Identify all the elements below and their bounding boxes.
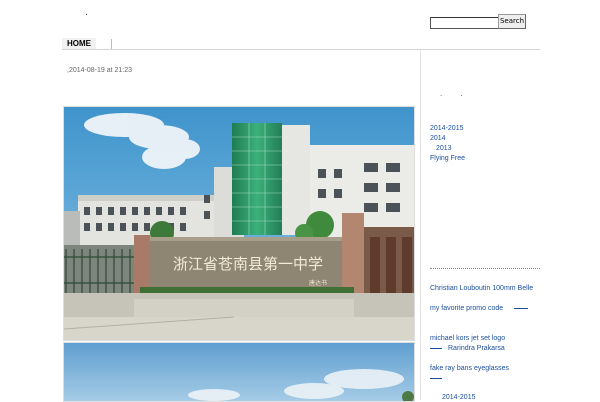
school-gate-image: 浙江省苍南县第一中学 唐达书 <box>64 107 414 340</box>
nav-item-home[interactable]: HOME <box>62 38 96 49</box>
archive-link-2014[interactable]: 2014 <box>430 134 446 143</box>
sidebar-link-dash <box>430 348 442 349</box>
search-button[interactable]: Search <box>498 14 526 29</box>
sidebar-heading-marks: · · <box>440 92 471 100</box>
sidebar-link-dash <box>514 308 528 309</box>
post-photo-second[interactable] <box>63 342 415 402</box>
nav-underline <box>62 49 540 50</box>
second-photo-image <box>64 343 414 401</box>
sidebar-link-rarindra[interactable]: Rarindra Prakarsa <box>448 344 505 353</box>
nav-divider <box>111 38 112 49</box>
sidebar-link-2014-2015[interactable]: 2014-2015 <box>442 393 475 402</box>
post-date: ,2014-08-19 at 21:23 <box>67 67 132 74</box>
sidebar-link-promo-code[interactable]: my favorite promo code <box>430 304 503 313</box>
site-title-mark: . <box>85 8 88 18</box>
sidebar-link-dash <box>430 378 442 379</box>
sidebar-link-louboutin[interactable]: Christian Louboutin 100mm Belle <box>430 284 533 293</box>
search-input[interactable] <box>430 17 500 29</box>
archive-link-2013[interactable]: 2013 <box>436 144 452 153</box>
post-photo-school-gate[interactable]: 浙江省苍南县第一中学 唐达书 <box>63 106 415 341</box>
archive-link-flying-free[interactable]: Flying Free <box>430 154 465 163</box>
sidebar-divider <box>420 50 421 400</box>
gate-sign-text: 浙江省苍南县第一中学 <box>173 255 323 273</box>
gate-sign-signature: 唐达书 <box>309 279 327 287</box>
sidebar-link-michael-kors[interactable]: michael kors jet set logo <box>430 334 505 343</box>
sidebar-separator <box>430 268 540 269</box>
main-nav: HOME <box>62 38 112 49</box>
archive-link-2014-2015[interactable]: 2014-2015 <box>430 124 463 133</box>
sidebar-link-ray-bans[interactable]: fake ray bans eyeglasses <box>430 364 509 373</box>
